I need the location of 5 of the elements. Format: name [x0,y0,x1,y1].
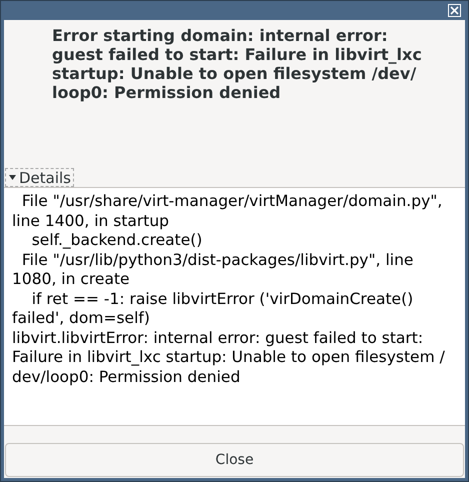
error-message: Error starting domain: internal error: guest failed to start: Failure in libvirt_lxc startup: Unable to open filesystem /dev/ loop0: Permission denied [51,25,423,104]
error-details-text: File "/usr/share/virt-manager/virtManager/domain.py", line 1400, in startup self._backend.create() File "/usr/lib/python3/dist-packages/libvirt.py", line 1080, in create if ret == -1: raise libvirtError ('virDomainCreate() failed', dom=self) libvirt.libvirtError: internal error: guest failed to start: Failure in libvirt_lxc startup: Unable to open filesystem / dev/loop0: Permission denied [12,192,446,387]
close-button[interactable]: Close [5,443,464,477]
close-icon[interactable] [448,4,461,17]
triangle-icon [8,173,17,182]
